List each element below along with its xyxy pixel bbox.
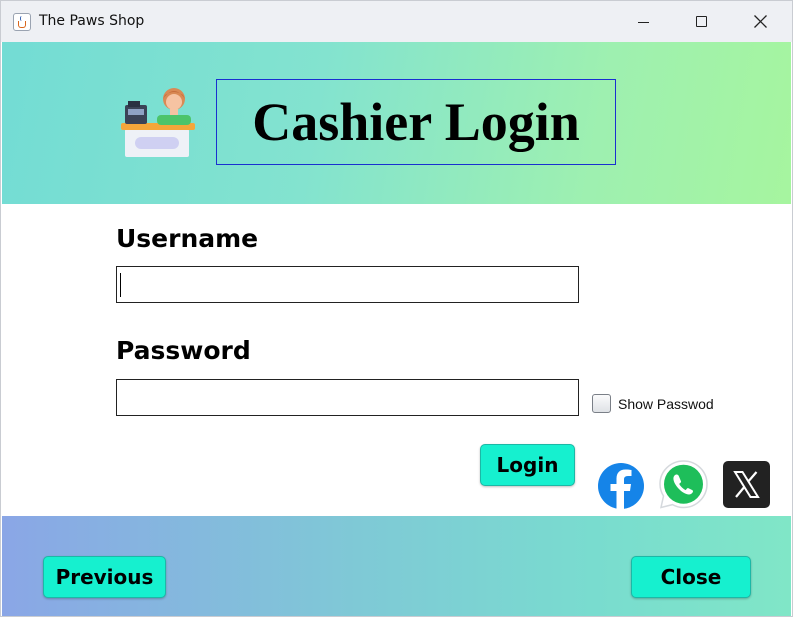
footer-bar: Previous Close [2,516,791,616]
title-box: Cashier Login [216,79,616,165]
minimize-icon [638,22,649,23]
close-window-button[interactable] [732,1,790,42]
whatsapp-icon[interactable] [658,459,709,510]
login-form: Username Password Show Passwod Login [2,204,791,516]
cashier-icon [121,88,195,157]
page-title: Cashier Login [252,92,580,152]
show-password-checkbox[interactable] [592,394,611,413]
show-password-toggle[interactable]: Show Passwod [592,394,714,413]
previous-button[interactable]: Previous [43,556,166,598]
password-label: Password [116,336,251,365]
close-button[interactable]: Close [631,556,751,598]
window-title: The Paws Shop [39,13,145,29]
minimize-button[interactable] [615,1,673,42]
x-icon[interactable] [723,461,770,508]
text-cursor [120,273,121,297]
username-input[interactable] [116,266,579,303]
show-password-label: Show Passwod [618,395,714,412]
header-banner: Cashier Login [2,42,791,204]
maximize-button[interactable] [673,1,731,42]
password-input[interactable] [116,379,579,416]
title-bar: The Paws Shop [1,1,792,42]
java-app-icon [13,13,31,31]
login-button[interactable]: Login [480,444,575,486]
app-window: The Paws Shop Cashier Login Username Pas… [0,0,793,617]
close-icon [754,15,767,28]
facebook-icon[interactable] [597,462,645,510]
username-label: Username [116,224,259,253]
maximize-icon [696,16,707,27]
